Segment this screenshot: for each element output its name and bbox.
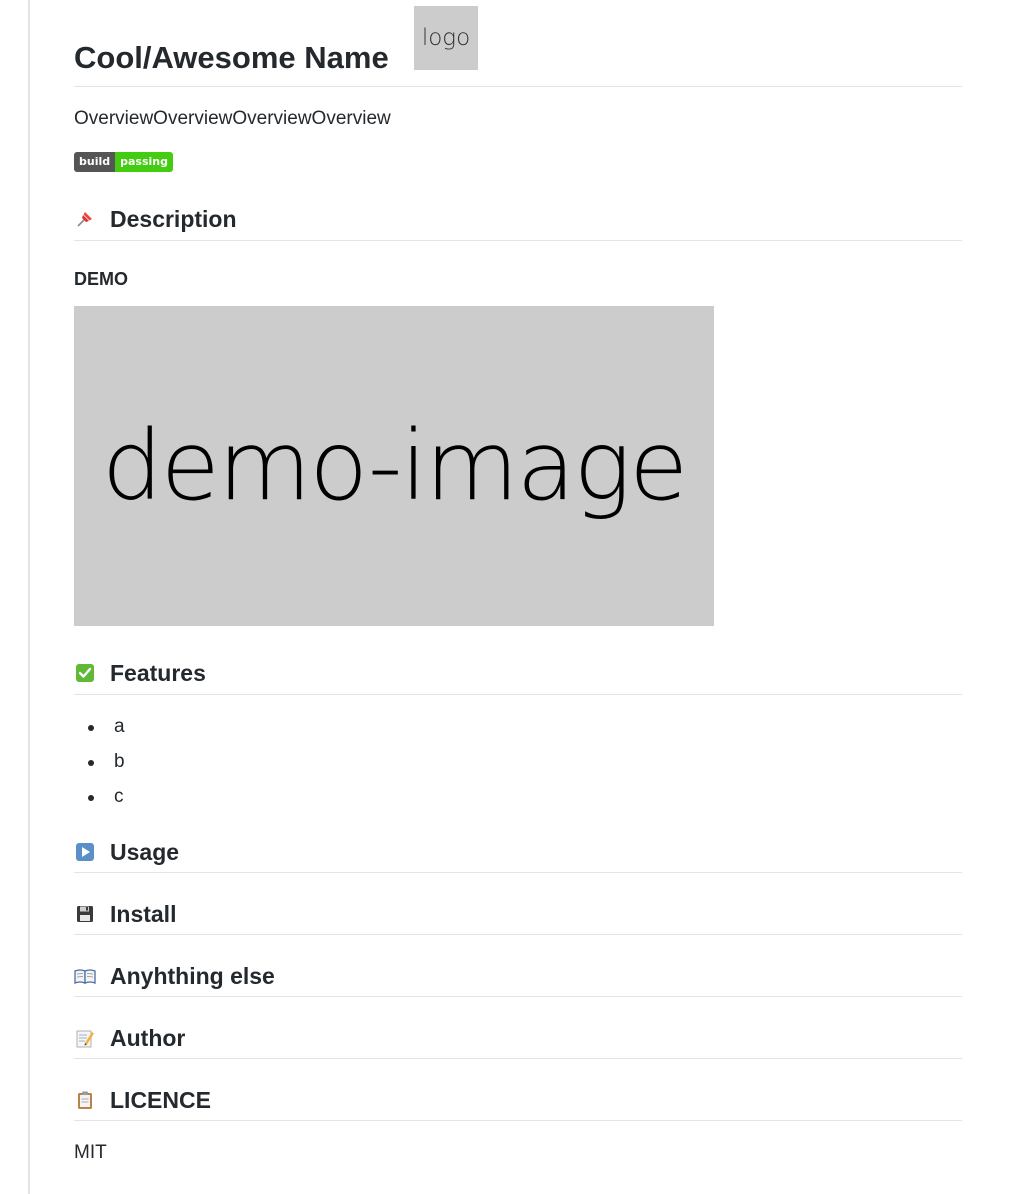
build-status-badge[interactable]: build passing [74, 152, 173, 172]
licence-heading: LICENCE [74, 1085, 211, 1115]
demo-heading: DEMO [74, 269, 128, 289]
description-heading: Description [74, 204, 237, 234]
author-divider [74, 1058, 962, 1059]
title-divider [74, 86, 962, 87]
logo-image: logo [414, 6, 478, 70]
licence-text: MIT [74, 1142, 107, 1163]
install-title: Install [110, 901, 177, 927]
floppy-disk-icon [74, 903, 96, 925]
usage-title: Usage [110, 839, 180, 865]
install-divider [74, 934, 962, 935]
demo-image-text: demo-image [101, 410, 688, 522]
anything-else-title: Anyhthing else [110, 963, 275, 989]
overview-text: OverviewOverviewOverviewOverview [74, 108, 391, 129]
demo-image: demo-image [74, 306, 714, 626]
page-title: Cool/Awesome Name [74, 40, 389, 75]
install-heading: Install [74, 899, 176, 929]
description-title: Description [110, 206, 237, 232]
author-title: Author [110, 1025, 186, 1051]
open-book-icon [74, 965, 96, 987]
features-divider [74, 694, 962, 695]
description-divider [74, 240, 962, 241]
left-border [28, 0, 30, 1194]
features-heading: Features [74, 658, 206, 688]
pushpin-icon [74, 208, 96, 230]
clipboard-icon [74, 1089, 96, 1111]
licence-divider [74, 1120, 962, 1121]
anything-else-heading: Anyhthing else [74, 961, 275, 991]
badge-status: passing [115, 152, 173, 172]
licence-title: LICENCE [110, 1087, 211, 1113]
usage-divider [74, 872, 962, 873]
memo-icon [74, 1027, 96, 1049]
badge-label: build [74, 152, 116, 172]
features-list: a b c [74, 712, 125, 817]
list-item: b [74, 747, 125, 782]
check-mark-icon [74, 662, 96, 684]
list-item: a [74, 712, 125, 747]
play-button-icon [74, 841, 96, 863]
logo-text: logo [421, 25, 471, 51]
author-heading: Author [74, 1023, 185, 1053]
anything-else-divider [74, 996, 962, 997]
usage-heading: Usage [74, 837, 179, 867]
list-item: c [74, 782, 125, 817]
features-title: Features [110, 660, 206, 686]
